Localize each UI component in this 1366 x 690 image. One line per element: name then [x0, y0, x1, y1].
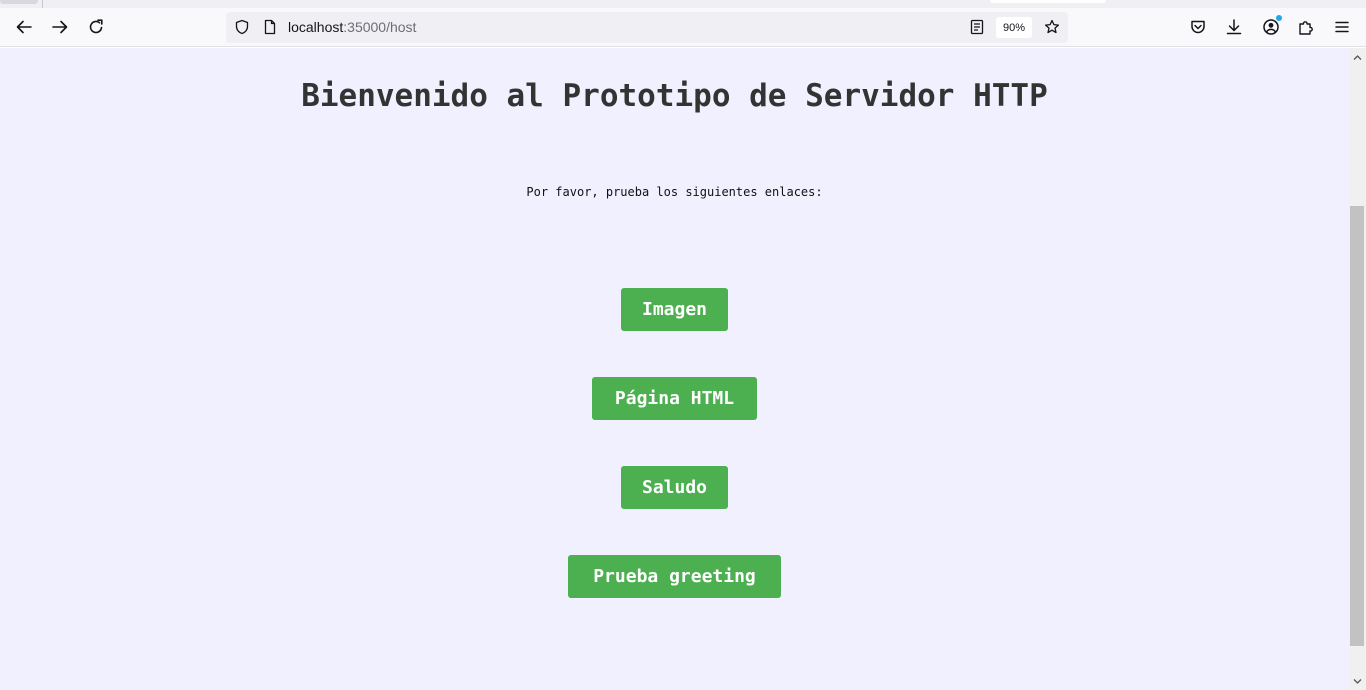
downloads-button[interactable]: [1219, 12, 1249, 42]
url-text[interactable]: localhost:35000/host: [288, 19, 416, 35]
shield-icon[interactable]: [233, 18, 251, 36]
back-button[interactable]: [9, 12, 39, 42]
zoom-level-badge[interactable]: 90%: [996, 17, 1032, 38]
scroll-down-arrow-icon[interactable]: [1349, 674, 1366, 688]
scrollbar-thumb[interactable]: [1350, 206, 1364, 646]
pocket-button[interactable]: [1183, 12, 1213, 42]
navigation-toolbar: localhost:35000/host 90%: [0, 8, 1366, 47]
prueba-greeting-link-button[interactable]: Prueba greeting: [568, 555, 781, 598]
extensions-button[interactable]: [1291, 12, 1321, 42]
reload-icon: [89, 19, 103, 34]
url-host: localhost: [288, 19, 344, 35]
account-button[interactable]: [1256, 12, 1286, 42]
hamburger-menu-icon: [1335, 21, 1349, 33]
arrow-left-icon: [16, 20, 32, 34]
pagina-html-link-button[interactable]: Página HTML: [592, 377, 757, 420]
saludo-link-button[interactable]: Saludo: [621, 466, 728, 509]
puzzle-icon: [1299, 21, 1313, 35]
url-path: :35000/host: [343, 19, 417, 35]
page-viewport: Bienvenido al Prototipo de Servidor HTTP…: [0, 48, 1349, 690]
page-icon[interactable]: [261, 18, 279, 36]
star-icon[interactable]: [1043, 18, 1061, 36]
pocket-icon: [1191, 20, 1205, 34]
tab-strip: [0, 0, 1366, 8]
reload-button[interactable]: [81, 12, 111, 42]
tab-separator: [42, 0, 43, 8]
imagen-link-button[interactable]: Imagen: [621, 288, 728, 331]
arrow-right-icon: [52, 20, 68, 34]
tab-fragment[interactable]: [0, 0, 38, 4]
active-tab[interactable]: [990, 0, 1106, 3]
scroll-up-arrow-icon[interactable]: [1349, 50, 1366, 64]
forward-button[interactable]: [45, 12, 75, 42]
menu-button[interactable]: [1327, 12, 1357, 42]
intro-text: Por favor, prueba los siguientes enlaces…: [526, 185, 823, 199]
download-icon: [1226, 19, 1242, 35]
url-bar[interactable]: localhost:35000/host 90%: [226, 12, 1068, 43]
notification-dot: [1276, 15, 1282, 21]
page-title: Bienvenido al Prototipo de Servidor HTTP: [301, 78, 1048, 114]
reader-view-icon[interactable]: [968, 18, 986, 36]
vertical-scrollbar[interactable]: [1349, 48, 1366, 690]
